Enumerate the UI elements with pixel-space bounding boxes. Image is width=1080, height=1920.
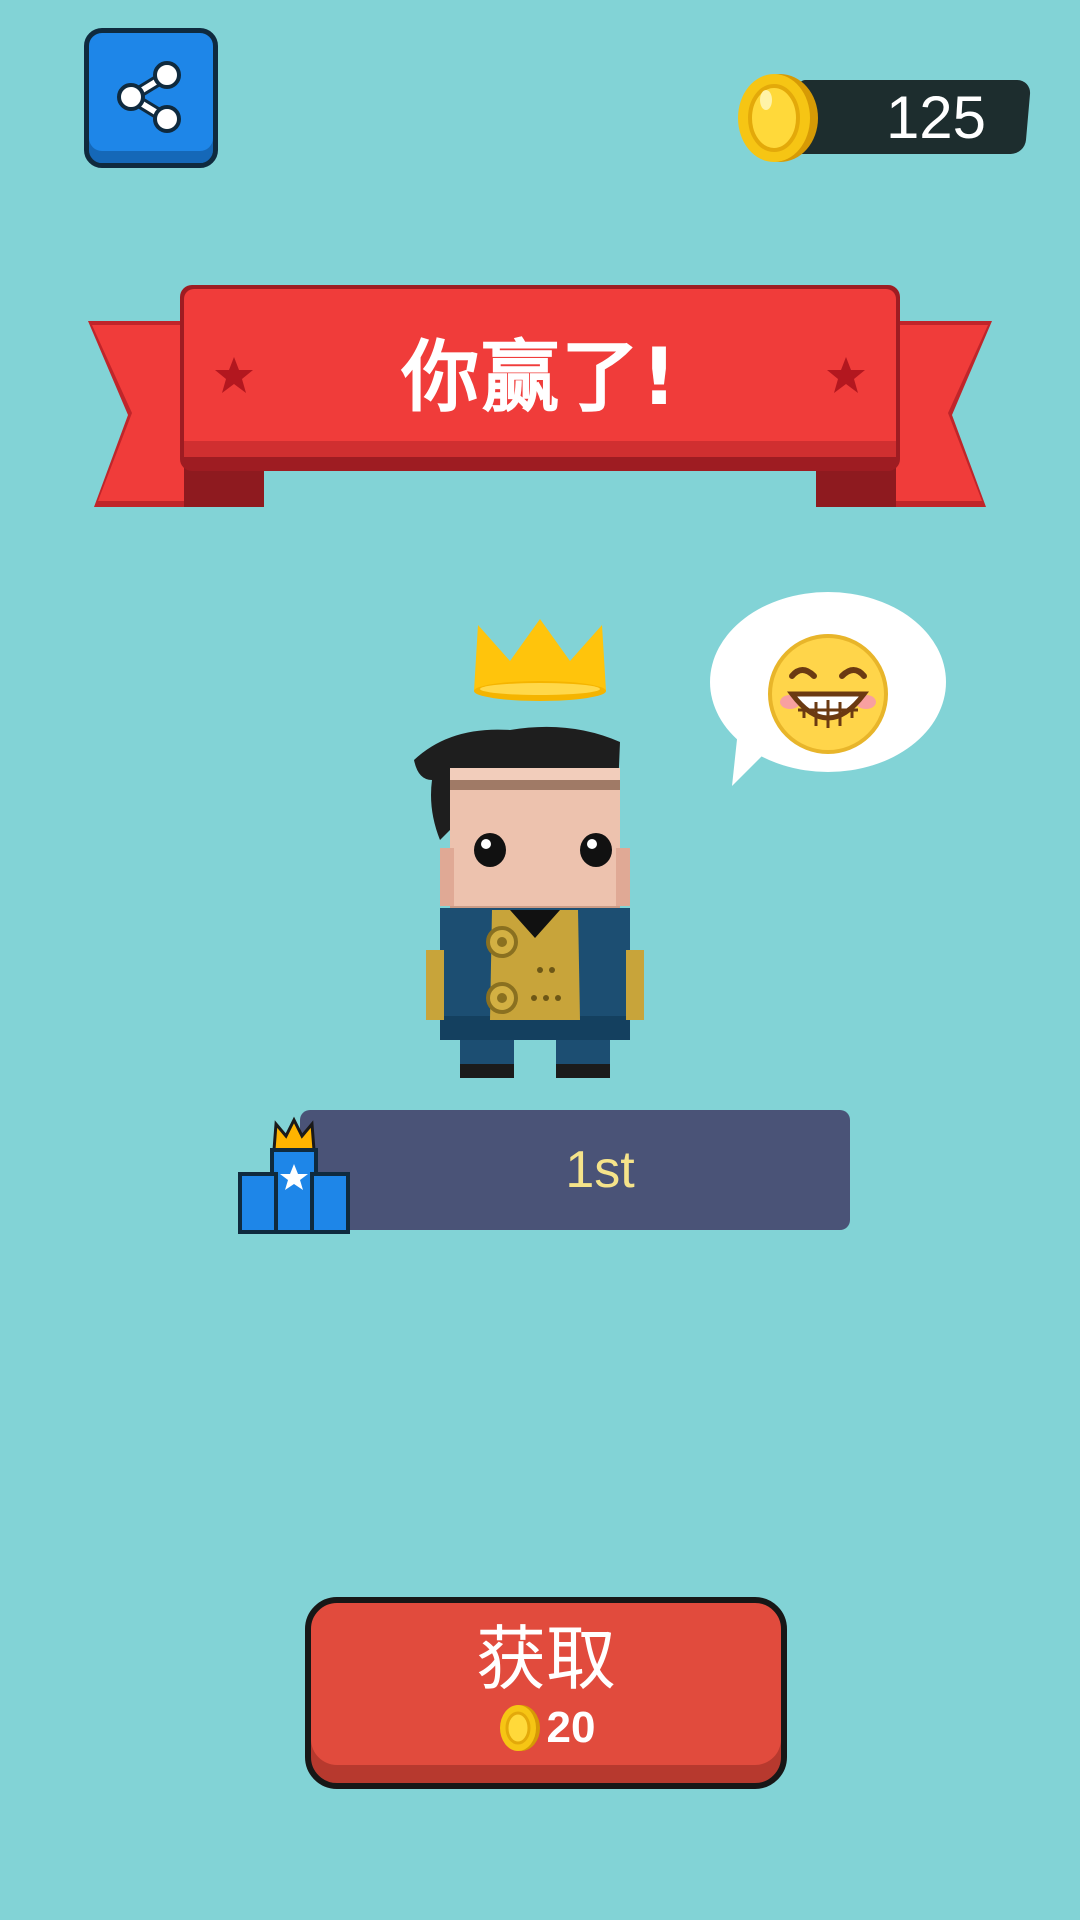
rank-label: 1st <box>565 1141 635 1199</box>
podium-icon <box>238 1116 350 1234</box>
victory-banner: 你赢了! <box>88 285 992 513</box>
coin-icon <box>499 1705 540 1751</box>
coin-counter: 125 <box>736 70 1036 170</box>
coin-icon <box>738 74 818 162</box>
get-reward-button[interactable]: 获取 20 <box>305 1597 787 1789</box>
get-button-label: 获取 <box>476 1618 616 1700</box>
reward-amount: 20 <box>546 1703 596 1752</box>
share-icon <box>117 61 181 133</box>
grinning-face-icon <box>768 634 888 754</box>
crown-icon <box>474 619 606 701</box>
banner-title: 你赢了! <box>401 333 679 423</box>
reward-amount-row: 20 <box>311 1703 781 1753</box>
player-character <box>414 726 644 1078</box>
share-button[interactable] <box>84 28 218 168</box>
coin-count: 125 <box>885 84 987 151</box>
